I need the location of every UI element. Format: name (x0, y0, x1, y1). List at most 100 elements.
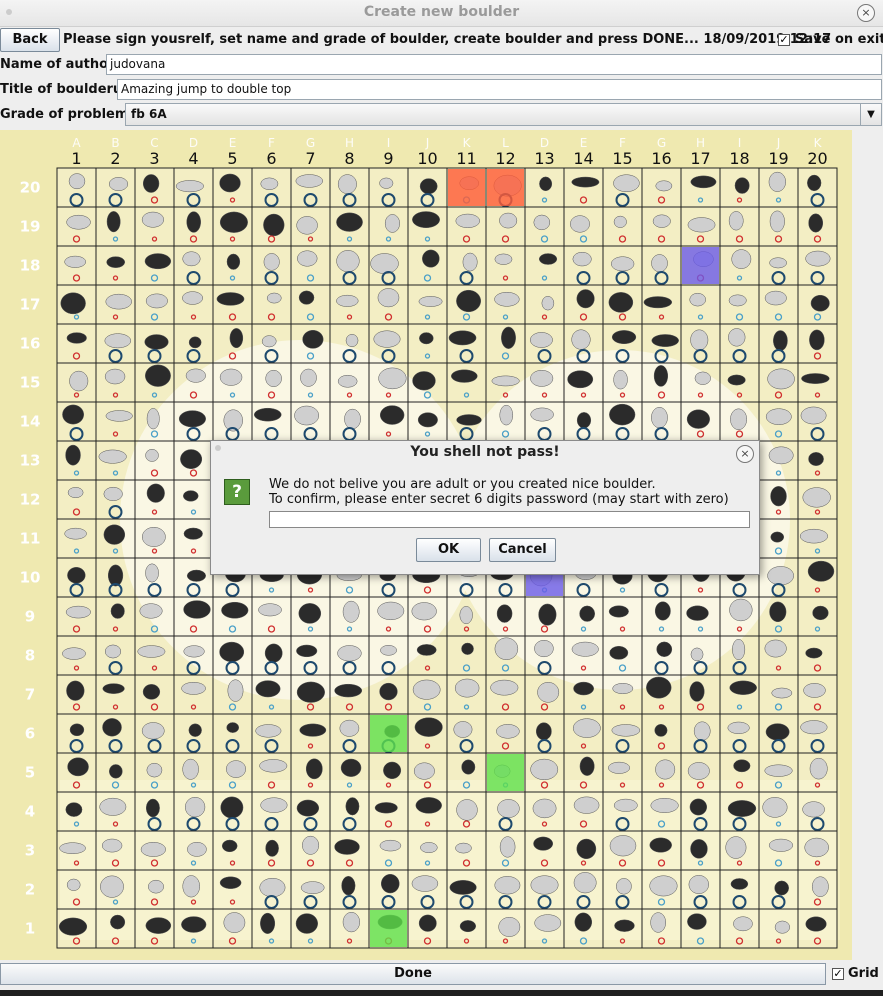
board-cell[interactable] (446, 323, 487, 364)
board-cell[interactable] (212, 245, 253, 286)
board-cell[interactable] (758, 869, 799, 910)
board-cell[interactable] (173, 245, 214, 286)
board-cell[interactable] (329, 869, 370, 910)
board-cell[interactable] (290, 362, 331, 403)
board-cell[interactable] (290, 401, 331, 442)
board-cell[interactable] (524, 596, 565, 637)
board-cell[interactable] (758, 479, 799, 520)
grade-select[interactable]: fb 6A ▼ (125, 103, 882, 126)
board-cell[interactable] (251, 362, 292, 403)
board-cell[interactable] (485, 635, 526, 676)
board-cell[interactable] (134, 869, 175, 910)
board-cell[interactable] (719, 284, 760, 325)
board-cell[interactable] (680, 323, 721, 364)
board-cell[interactable] (290, 206, 331, 247)
board-cell[interactable] (485, 830, 526, 871)
board-cell[interactable] (524, 830, 565, 871)
board-cell[interactable] (134, 908, 175, 949)
board-cell[interactable] (368, 284, 409, 325)
board-cell[interactable] (56, 830, 97, 871)
board-cell[interactable] (95, 635, 136, 676)
board-cell[interactable] (95, 167, 136, 208)
board-cell[interactable] (563, 752, 604, 793)
board-cell[interactable] (524, 167, 565, 208)
board-cell[interactable] (95, 245, 136, 286)
board-cell[interactable] (95, 323, 136, 364)
board-cell[interactable] (563, 674, 604, 715)
board-cell[interactable] (563, 323, 604, 364)
marked-hold-top[interactable] (487, 169, 524, 206)
board-cell[interactable] (251, 830, 292, 871)
board-cell[interactable] (524, 674, 565, 715)
board-cell[interactable] (602, 596, 643, 637)
board-cell[interactable] (368, 635, 409, 676)
board-cell[interactable] (56, 752, 97, 793)
board-cell[interactable] (329, 596, 370, 637)
board-cell[interactable] (173, 908, 214, 949)
board-cell[interactable] (524, 362, 565, 403)
board-cell[interactable] (251, 596, 292, 637)
board-cell[interactable] (290, 167, 331, 208)
board-cell[interactable] (758, 284, 799, 325)
board-cell[interactable] (95, 479, 136, 520)
board-cell[interactable] (407, 635, 448, 676)
board-cell[interactable] (485, 791, 526, 832)
board-cell[interactable] (56, 440, 97, 481)
board-cell[interactable] (134, 635, 175, 676)
board-cell[interactable] (173, 518, 214, 559)
board-cell[interactable] (797, 323, 838, 364)
board-cell[interactable] (797, 791, 838, 832)
board-cell[interactable] (680, 830, 721, 871)
board-cell[interactable] (329, 791, 370, 832)
board-cell[interactable] (719, 323, 760, 364)
board-cell[interactable] (368, 206, 409, 247)
board-cell[interactable] (602, 908, 643, 949)
board-cell[interactable] (407, 323, 448, 364)
board-cell[interactable] (797, 908, 838, 949)
board-cell[interactable] (368, 869, 409, 910)
board-cell[interactable] (134, 752, 175, 793)
board-cell[interactable] (251, 752, 292, 793)
title-field[interactable]: Amazing jump to double top (117, 79, 882, 100)
board-cell[interactable] (407, 284, 448, 325)
board-cell[interactable] (446, 635, 487, 676)
board-cell[interactable] (641, 908, 682, 949)
board-cell[interactable] (602, 869, 643, 910)
board-cell[interactable] (719, 635, 760, 676)
board-cell[interactable] (212, 596, 253, 637)
board-cell[interactable] (290, 752, 331, 793)
board-cell[interactable] (446, 791, 487, 832)
board-cell[interactable] (797, 557, 838, 598)
board-cell[interactable] (251, 206, 292, 247)
board-cell[interactable] (446, 362, 487, 403)
board-cell[interactable] (407, 206, 448, 247)
board-cell[interactable] (719, 908, 760, 949)
board-cell[interactable] (329, 635, 370, 676)
board-cell[interactable] (212, 284, 253, 325)
board-cell[interactable] (797, 284, 838, 325)
board-cell[interactable] (719, 752, 760, 793)
board-cell[interactable] (758, 518, 799, 559)
marked-hold-start[interactable] (487, 754, 524, 791)
board-cell[interactable] (368, 401, 409, 442)
board-cell[interactable] (407, 830, 448, 871)
board-cell[interactable] (95, 401, 136, 442)
board-cell[interactable] (407, 674, 448, 715)
board-cell[interactable] (446, 206, 487, 247)
board-cell[interactable] (251, 323, 292, 364)
board-cell[interactable] (173, 713, 214, 754)
board-cell[interactable] (173, 167, 214, 208)
board-cell[interactable] (758, 596, 799, 637)
board-cell[interactable] (173, 596, 214, 637)
board-cell[interactable] (212, 323, 253, 364)
board-cell[interactable] (95, 674, 136, 715)
board-cell[interactable] (524, 713, 565, 754)
board-cell[interactable] (680, 401, 721, 442)
board-cell[interactable] (602, 167, 643, 208)
board-cell[interactable] (524, 401, 565, 442)
board-cell[interactable] (641, 713, 682, 754)
board-cell[interactable] (524, 635, 565, 676)
board-cell[interactable] (56, 518, 97, 559)
board-cell[interactable] (446, 752, 487, 793)
board-cell[interactable] (290, 635, 331, 676)
